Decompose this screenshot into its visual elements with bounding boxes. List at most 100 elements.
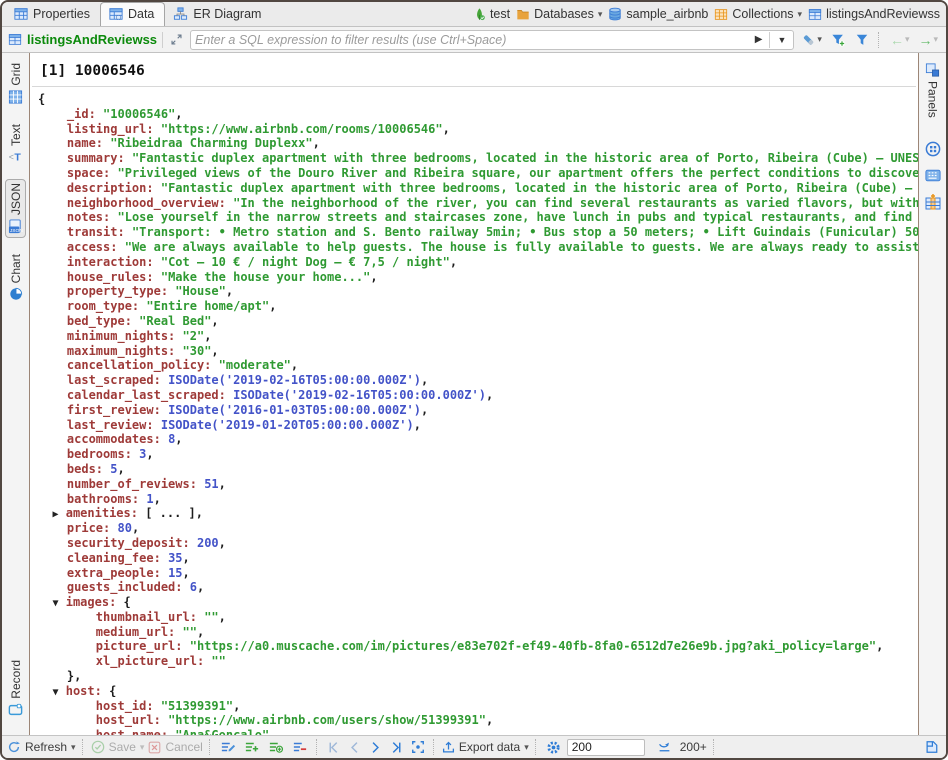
tab-properties[interactable]: Properties: [6, 2, 100, 26]
last-record-icon: [390, 741, 403, 754]
collections-icon: [714, 8, 728, 21]
fetch-page-icon: [657, 741, 672, 754]
toggle-panels-button[interactable]: [922, 739, 941, 755]
svg-text:T: T: [14, 151, 21, 162]
previous-record-button[interactable]: [346, 740, 363, 755]
svg-text:<: <: [8, 151, 13, 161]
tab-panels[interactable]: Panels: [922, 59, 943, 122]
cancel-x-icon: [148, 741, 161, 754]
chevron-down-icon: ▾: [933, 34, 938, 45]
edit-value-button[interactable]: [218, 739, 238, 755]
cancel-button[interactable]: Cancel: [148, 740, 202, 754]
json-line: description: "Fantastic duplex apartment…: [38, 181, 918, 196]
tab-json[interactable]: JSON JSON: [5, 179, 26, 238]
history-back-button[interactable]: ← ▾: [888, 32, 912, 48]
copy-row-icon: [268, 740, 284, 754]
previous-record-icon: [348, 741, 361, 754]
tab-record-label: Record: [9, 660, 23, 699]
json-line: summary: "Fantastic duplex apartment wit…: [38, 151, 918, 166]
chevron-down-icon: ▾: [598, 9, 603, 20]
json-line: {: [38, 92, 918, 107]
refresh-button[interactable]: Refresh ▾: [7, 740, 76, 754]
breadcrumb: test Databases ▾ sample_airbnb Collectio…: [473, 2, 946, 26]
next-record-button[interactable]: [367, 740, 384, 755]
tab-record[interactable]: Record: [5, 656, 26, 721]
json-line: listing_url: "https://www.airbnb.com/roo…: [38, 122, 918, 137]
tab-grid[interactable]: Grid: [5, 59, 26, 108]
json-line: ▼ host: {: [38, 684, 918, 699]
tab-chart-label: Chart: [9, 254, 23, 283]
focus-row-icon: [411, 740, 425, 754]
grid-icon: [8, 90, 23, 104]
divider: [433, 739, 436, 755]
filter-history-dropdown[interactable]: ▼: [774, 35, 789, 45]
tab-er-diagram[interactable]: ER Diagram: [165, 2, 271, 26]
json-line: property_type: "House",: [38, 284, 918, 299]
calc-panel-button[interactable]: [923, 168, 943, 183]
status-toolbar: Refresh ▾ Save ▾ Cancel: [2, 735, 946, 758]
fetch-settings-button[interactable]: [544, 739, 563, 756]
text-view-icon: <T: [8, 150, 24, 163]
delete-row-button[interactable]: [290, 739, 310, 755]
metadata-panel-button[interactable]: [923, 193, 943, 211]
table-icon: [8, 33, 22, 46]
panels-sidebar: Panels: [918, 53, 946, 735]
last-record-button[interactable]: [388, 740, 405, 755]
breadcrumb-databases[interactable]: Databases ▾: [516, 7, 602, 21]
duplicate-row-button[interactable]: [266, 739, 286, 755]
breadcrumb-collection[interactable]: listingsAndReviewss: [808, 7, 940, 21]
add-row-button[interactable]: [242, 739, 262, 755]
tab-text[interactable]: Text <T: [5, 120, 27, 167]
json-line: extra_people: 15,: [38, 566, 918, 581]
save-check-icon: [91, 740, 105, 754]
json-line: last_review: ISODate('2019-01-20T05:00:0…: [38, 418, 918, 433]
json-line: notes: "Lose yourself in the narrow stre…: [38, 210, 918, 225]
fetch-size-input[interactable]: [567, 739, 645, 756]
divider: [162, 32, 163, 48]
json-line: bedrooms: 3,: [38, 447, 918, 462]
breadcrumb-connection[interactable]: test: [473, 7, 510, 21]
export-data-button[interactable]: Export data ▾: [442, 740, 529, 754]
value-viewer-panel-button[interactable]: [923, 140, 943, 158]
app-window: Properties ( ) Data ER Diagram test Data…: [0, 0, 948, 760]
fetch-next-page-button[interactable]: [655, 740, 674, 755]
er-diagram-icon: [173, 7, 188, 21]
json-content[interactable]: { _id: "10006546", listing_url: "https:/…: [30, 87, 918, 735]
tab-chart[interactable]: Chart: [6, 250, 26, 305]
table-icon: [808, 8, 822, 21]
json-line: accommodates: 8,: [38, 432, 918, 447]
tab-data[interactable]: ( ) Data: [100, 2, 165, 26]
breadcrumb-collections[interactable]: Collections ▾: [714, 7, 802, 21]
chevron-down-icon: ▾: [798, 9, 803, 20]
json-line: },: [38, 669, 918, 684]
json-line: bed_type: "Real Bed",: [38, 314, 918, 329]
active-table-name: listingsAndReviewss: [27, 32, 157, 47]
save-button[interactable]: Save ▾: [91, 740, 145, 754]
svg-text:JSON: JSON: [10, 227, 23, 233]
expand-filter-button[interactable]: [168, 32, 185, 47]
save-filter-button[interactable]: [829, 32, 848, 48]
tab-er-diagram-label: ER Diagram: [193, 7, 261, 21]
json-line: interaction: "Cot – 10 € / night Dog – €…: [38, 255, 918, 270]
divider: [713, 739, 716, 755]
json-line: first_review: ISODate('2016-01-03T05:00:…: [38, 403, 918, 418]
json-line: guests_included: 6,: [38, 580, 918, 595]
json-line: maximum_nights: "30",: [38, 344, 918, 359]
breadcrumb-database-label: sample_airbnb: [626, 7, 708, 21]
expand-arrows-icon: [170, 33, 183, 46]
breadcrumb-database[interactable]: sample_airbnb: [608, 7, 708, 21]
json-line: picture_url: "https://a0.muscache.com/im…: [38, 639, 918, 654]
sql-filter-field: ▶ ▼: [190, 30, 794, 50]
history-forward-button[interactable]: → ▾: [916, 32, 940, 48]
json-line: space: "Privileged views of the Douro Ri…: [38, 166, 918, 181]
tab-data-label: Data: [128, 7, 154, 21]
goto-row-button[interactable]: [409, 739, 427, 755]
sql-filter-input[interactable]: [195, 33, 748, 47]
erase-filter-button[interactable]: ▾: [799, 32, 824, 48]
custom-filter-button[interactable]: [853, 32, 871, 48]
edit-row-icon: [220, 740, 236, 754]
json-line: beds: 5,: [38, 462, 918, 477]
json-line: xl_picture_url: "": [38, 654, 918, 669]
first-record-button[interactable]: [325, 740, 342, 755]
apply-filter-button[interactable]: ▶: [752, 34, 766, 45]
